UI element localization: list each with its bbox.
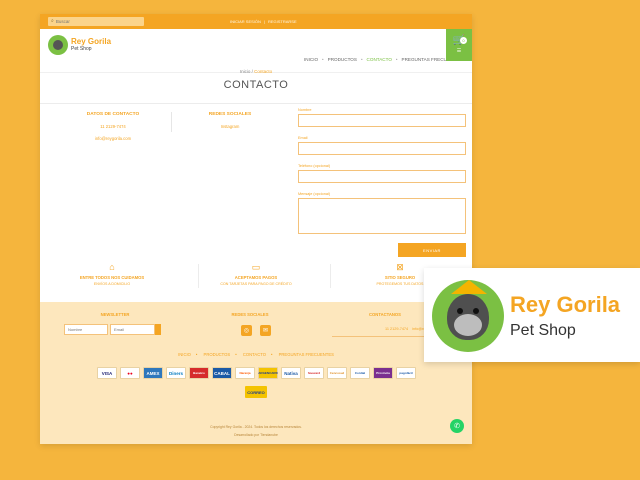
card-icon: ▭ bbox=[251, 262, 261, 272]
payment-logo: Cencosud bbox=[327, 367, 347, 379]
payment-logo: CORREO bbox=[245, 386, 267, 398]
menu-icon[interactable]: ☰ bbox=[457, 48, 461, 54]
social-heading: REDES SOCIALES bbox=[208, 112, 252, 117]
footer-contact-heading: CONTACTANOS bbox=[369, 312, 401, 317]
crown-icon bbox=[451, 280, 487, 294]
payment-logo: Diners bbox=[166, 367, 186, 379]
payment-logo: CABAL bbox=[212, 367, 232, 379]
newsletter-email-input[interactable] bbox=[110, 324, 155, 335]
header: Rey Gorila Pet Shop INICIO • PRODUCTOS •… bbox=[40, 29, 472, 73]
gorilla-muzzle bbox=[454, 314, 482, 336]
column-divider bbox=[171, 112, 172, 132]
copyright: Copyright Rey Gorila - 2024. Todos los d… bbox=[210, 425, 302, 429]
nav-productos[interactable]: PRODUCTOS bbox=[328, 57, 357, 62]
feature-shipping: ⌂ ENTRE TODOS NOS CUIDAMOS ENVÍOS A DOMI… bbox=[47, 262, 177, 286]
payment-logo: Naranja bbox=[235, 367, 255, 379]
email-field[interactable] bbox=[298, 142, 466, 155]
gorilla-eye bbox=[473, 308, 479, 314]
footer: NEWSLETTER REDES SOCIALES ◎ ✉ CONTACTANO… bbox=[40, 302, 472, 444]
breadcrumb-current: Contacto bbox=[254, 69, 273, 74]
payment-logo: AMEX bbox=[143, 367, 163, 379]
contact-data-column: DATOS DE CONTACTO 11 2129-7474 info@reyg… bbox=[68, 112, 158, 148]
payment-logo: Banelco bbox=[189, 367, 209, 379]
logo-card-brand: Rey Gorila bbox=[510, 292, 621, 317]
contact-form: Nombre Email Teléfono (opcional) Mensaje… bbox=[298, 108, 466, 257]
instagram-icon[interactable]: ◎ bbox=[241, 325, 252, 336]
page-title: CONTACTO bbox=[223, 79, 289, 91]
name-field[interactable] bbox=[298, 114, 466, 127]
search-input[interactable] bbox=[55, 19, 136, 24]
whatsapp-icon[interactable]: ✆ bbox=[450, 419, 464, 433]
mail-icon[interactable]: ✉ bbox=[260, 325, 271, 336]
search-icon: ⌕ bbox=[51, 18, 54, 24]
payment-logo: Provincia bbox=[373, 367, 393, 379]
search-box[interactable]: ⌕ bbox=[48, 17, 144, 26]
newsletter-heading: NEWSLETTER bbox=[100, 312, 130, 317]
footer-nav-contacto[interactable]: CONTACTO bbox=[243, 352, 266, 357]
name-label: Nombre bbox=[298, 108, 312, 112]
footer-social-heading: REDES SOCIALES bbox=[231, 312, 269, 317]
gorilla-eye bbox=[457, 308, 463, 314]
features-row: ⌂ ENTRE TODOS NOS CUIDAMOS ENVÍOS A DOMI… bbox=[40, 262, 472, 286]
payment-logo: favacard bbox=[304, 367, 324, 379]
payment-logo: Nativa bbox=[281, 367, 301, 379]
message-field[interactable] bbox=[298, 198, 466, 234]
payment-logo: VISA bbox=[97, 367, 117, 379]
logo-card-subtitle: Pet Shop bbox=[510, 322, 576, 339]
nav-inicio[interactable]: INICIO bbox=[304, 57, 318, 62]
phone-label: Teléfono (opcional) bbox=[298, 164, 331, 168]
developed-by[interactable]: Desarrollado por Tiendanube bbox=[40, 433, 472, 437]
cart-count: 0 bbox=[460, 37, 467, 44]
breadcrumb-home[interactable]: Inicio bbox=[240, 69, 251, 74]
nav-contacto[interactable]: CONTACTO bbox=[367, 57, 392, 62]
link-separator: | bbox=[263, 19, 265, 24]
contact-phone[interactable]: 11 2129-7474 bbox=[68, 124, 158, 129]
newsletter-submit-button[interactable] bbox=[155, 324, 161, 335]
feature-divider bbox=[330, 264, 331, 288]
top-bar: ⌕ INICIAR SESIÓN | REGISTRARSE bbox=[40, 14, 472, 29]
contact-data-heading: DATOS DE CONTACTO bbox=[86, 112, 140, 117]
payment-logo: ARGENCARD bbox=[258, 367, 278, 379]
contact-email[interactable]: info@reygorila.com bbox=[68, 136, 158, 141]
payment-logo: ●● bbox=[120, 367, 140, 379]
message-label: Mensaje (opcional) bbox=[298, 192, 331, 196]
logo-card: Rey Gorila Pet Shop bbox=[424, 268, 640, 362]
main-nav: INICIO • PRODUCTOS • CONTACTO • PREGUNTA… bbox=[304, 57, 463, 62]
email-label: Email bbox=[298, 136, 308, 140]
payment-logo: Cordial bbox=[350, 367, 370, 379]
register-link[interactable]: REGISTRARSE bbox=[268, 19, 297, 24]
footer-nav: INICIO • PRODUCTOS • CONTACTO • PREGUNTAS F… bbox=[178, 352, 334, 357]
logo-subtitle: Pet Shop bbox=[71, 46, 92, 52]
phone-field[interactable] bbox=[298, 170, 466, 183]
payment-logo: pagofácil bbox=[396, 367, 416, 379]
logo-brand: Rey Gorila bbox=[71, 37, 112, 46]
social-column: REDES SOCIALES Instagram bbox=[185, 112, 275, 136]
instagram-link[interactable]: Instagram bbox=[185, 124, 275, 129]
gorilla-logo-icon bbox=[48, 35, 68, 55]
cart-button[interactable]: 🛒 0 ☰ bbox=[446, 29, 472, 61]
account-links: INICIAR SESIÓN | REGISTRARSE bbox=[230, 19, 297, 24]
store-page: ⌕ INICIAR SESIÓN | REGISTRARSE Rey Goril… bbox=[40, 14, 472, 444]
footer-nav-inicio[interactable]: INICIO bbox=[178, 352, 191, 357]
site-logo[interactable]: Rey Gorila Pet Shop bbox=[48, 35, 111, 55]
footer-nav-productos[interactable]: PRODUCTOS bbox=[204, 352, 231, 357]
house-icon: ⌂ bbox=[109, 262, 115, 272]
feature-divider bbox=[198, 264, 199, 288]
feature-payments: ▭ ACEPTAMOS PAGOS CON TARJETAS PARA PAGO… bbox=[191, 262, 321, 286]
footer-nav-preguntas[interactable]: PREGUNTAS FRECUENTES bbox=[279, 352, 334, 357]
footer-phone[interactable]: 11 2129-7474 bbox=[385, 327, 408, 331]
breadcrumb: Inicio / Contacto bbox=[239, 69, 273, 74]
newsletter-name-input[interactable] bbox=[64, 324, 108, 335]
divider bbox=[40, 103, 472, 104]
send-button[interactable]: ENVIAR bbox=[398, 243, 466, 257]
login-link[interactable]: INICIAR SESIÓN bbox=[230, 19, 261, 24]
